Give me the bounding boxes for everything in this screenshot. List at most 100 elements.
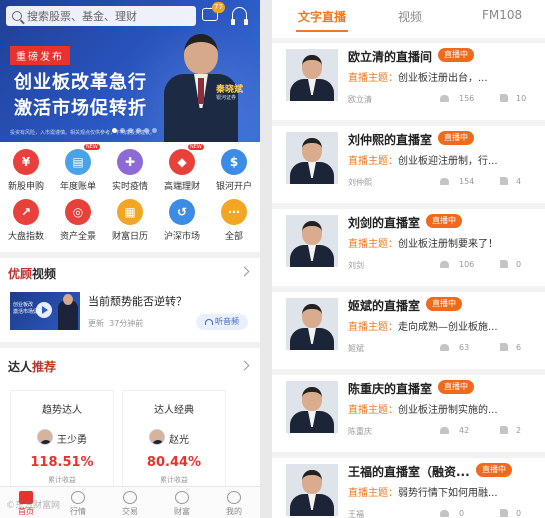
like-count[interactable]: 4	[500, 177, 521, 186]
quick-menu-glyph: ⋯	[228, 205, 240, 219]
thumbs-up-icon	[500, 177, 508, 185]
video-thumbnail[interactable]: 创业板改 激活市场促转	[10, 292, 80, 330]
thumbs-up-icon	[500, 260, 508, 268]
topic-text: 创业板注册制要来了！	[398, 239, 498, 250]
customer-service-icon[interactable]	[231, 7, 248, 25]
section-divider	[0, 252, 260, 258]
quick-menu-item[interactable]: $ 银河开户	[208, 146, 260, 196]
message-count-badge: 77	[212, 2, 225, 13]
chevron-right-icon[interactable]	[239, 360, 250, 371]
quick-menu-glyph: $	[229, 155, 239, 169]
section-divider	[0, 342, 260, 348]
talent-card[interactable]: 达人经典 赵光 80.44% 累计收益	[122, 390, 226, 488]
carousel-dot	[152, 128, 157, 133]
banner-tag: 重磅发布	[10, 46, 70, 65]
talent-card[interactable]: 趋势达人 王少勇 118.51% 累计收益	[10, 390, 114, 488]
like-count[interactable]: 0	[500, 509, 521, 518]
like-count[interactable]: 2	[500, 426, 521, 435]
host-photo	[286, 132, 338, 184]
live-list-screen: 文字直播 视频 FM108 欧立清的直播间 直播中 直播主题：创业板注册出台，...…	[272, 0, 545, 518]
talent-section-title-a: 达人	[8, 360, 33, 374]
like-count[interactable]: 6	[500, 343, 521, 352]
play-icon[interactable]	[36, 302, 52, 318]
promo-banner[interactable]: 搜索股票、基金、理财 77 重磅发布 创业板改革急行 激活市场促转折 秦晓斌 银…	[0, 0, 260, 142]
topic-key: 直播主题：	[348, 405, 398, 416]
avatar	[37, 429, 53, 445]
quick-menu-item[interactable]: ↺ 沪深市场	[156, 196, 208, 246]
talent-section-title-b: 推荐	[32, 360, 57, 374]
market-chart-icon	[71, 491, 85, 504]
search-input[interactable]: 搜索股票、基金、理财	[6, 6, 196, 26]
quick-menu-label: 银河开户	[215, 182, 252, 192]
quick-menu-item[interactable]: ↗ 大盘指数	[0, 196, 52, 246]
live-room-card[interactable]: 刘仲熙的直播室 直播中 直播主题：创业板迎注册制，行... 刘仲熙 154 4	[272, 126, 545, 203]
live-room-card[interactable]: 姬斌的直播室 直播中 直播主题：走向成熟—创业板施... 姬斌 63 6	[272, 292, 545, 369]
carousel-dot	[112, 128, 117, 133]
live-room-card[interactable]: 欧立清的直播间 直播中 直播主题：创业板注册出台，... 欧立清 156 10	[272, 43, 545, 120]
quick-menu-item[interactable]: ▦ 财富日历	[104, 196, 156, 246]
room-topic: 直播主题：创业板注册制要来了！	[348, 235, 498, 250]
quick-menu-item[interactable]: ◎ 资产全景	[52, 196, 104, 246]
search-placeholder: 搜索股票、基金、理财	[27, 10, 137, 23]
viewers-icon	[440, 344, 449, 351]
tab-fm108[interactable]: FM108	[482, 8, 522, 22]
room-title: 欧立清的直播间	[348, 50, 433, 64]
video-title[interactable]: 当前颓势能否逆转？	[88, 293, 187, 309]
live-badge: 直播中	[438, 380, 474, 394]
host-name: 王福	[348, 510, 364, 518]
host-photo	[286, 49, 338, 101]
talent-return-caption: 累计收益	[160, 476, 188, 484]
listen-audio-button[interactable]: 听音频	[196, 314, 248, 330]
tab-text-live[interactable]: 文字直播	[298, 8, 346, 25]
viewer-count: 0	[440, 509, 464, 518]
like-count[interactable]: 0	[500, 260, 521, 269]
like-count-value: 0	[516, 260, 522, 269]
banner-speaker-org: 银河证券	[216, 95, 237, 101]
room-title: 刘剑的直播室	[348, 216, 421, 230]
quick-menu-label: 资产全景	[59, 232, 96, 242]
chevron-right-icon[interactable]	[239, 266, 250, 277]
host-name: 陈重庆	[348, 427, 372, 436]
viewer-count-value: 106	[459, 260, 475, 269]
talent-return: 80.44%	[146, 455, 202, 470]
asset-icon: ◎	[65, 199, 91, 225]
viewer-count-value: 0	[459, 509, 465, 518]
calendar-icon: ▦	[117, 199, 143, 225]
quick-menu-item[interactable]: ◆ NEW 高端理财	[156, 144, 208, 196]
avatar	[149, 429, 165, 445]
quick-menu-item[interactable]: ▤ NEW 年度账单	[52, 144, 104, 196]
live-room-card[interactable]: 刘剑的直播室 直播中 直播主题：创业板注册制要来了！ 刘剑 106 0	[272, 209, 545, 286]
bill-icon: ▤	[65, 149, 91, 175]
all-icon: ⋯	[221, 199, 247, 225]
host-photo	[286, 298, 338, 350]
tab-trade[interactable]: 交易	[104, 487, 156, 518]
room-topic: 直播主题：弱势行情下如何用融...	[348, 484, 498, 499]
topic-text: 创业板注册出台，...	[398, 73, 488, 84]
talent-card-title: 趋势达人	[42, 405, 82, 416]
live-room-card[interactable]: 王福的直播室（融资... 直播中 直播主题：弱势行情下如何用融... 王福 0 0	[272, 458, 545, 518]
viewer-count-value: 42	[459, 426, 470, 435]
tab-video[interactable]: 视频	[398, 8, 422, 25]
quick-menu-item[interactable]: ✚ 实时疫情	[104, 146, 156, 196]
talent-name: 王少勇	[57, 435, 87, 446]
live-room-card[interactable]: 陈重庆的直播室 直播中 直播主题：创业板注册制实施的... 陈重庆 42 2	[272, 375, 545, 452]
tab-label: 交易	[122, 507, 138, 516]
watermark: ©东方财富网	[6, 501, 61, 511]
tab-wealth[interactable]: 财富	[156, 487, 208, 518]
quick-menu-item[interactable]: ⋯ 全部	[208, 196, 260, 246]
like-count-value: 4	[516, 177, 522, 186]
quick-menu-glyph: ↗	[20, 205, 32, 219]
video-section-title-a: 优顾	[8, 267, 33, 281]
quick-menu-item[interactable]: ¥ 新股申购	[0, 146, 52, 196]
tab-profile[interactable]: 我的	[208, 487, 260, 518]
room-title: 姬斌的直播室	[348, 299, 421, 313]
viewer-count-value: 63	[459, 343, 470, 352]
ipo-icon: ¥	[13, 149, 39, 175]
trade-icon	[123, 491, 137, 504]
thumb-person	[58, 294, 78, 330]
tab-label: 我的	[226, 507, 242, 516]
like-count-value: 2	[516, 426, 522, 435]
like-count[interactable]: 10	[500, 94, 526, 103]
room-title: 陈重庆的直播室	[348, 382, 433, 396]
viewer-count: 154	[440, 177, 474, 186]
